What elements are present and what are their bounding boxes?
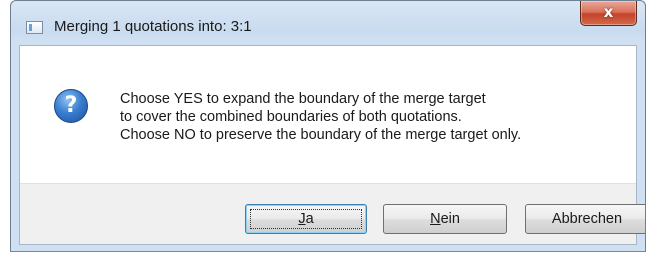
yes-button-label: Ja (298, 211, 314, 227)
close-button[interactable]: x (580, 1, 637, 26)
button-bar: Ja Nein Abbrechen (20, 183, 645, 244)
title-bar[interactable]: Merging 1 quotations into: 3:1 x (11, 1, 645, 45)
dialog-body: ? Choose YES to expand the boundary of t… (19, 45, 645, 245)
cancel-button-label: Abbrechen (551, 211, 623, 227)
message-line: Choose NO to preserve the boundary of th… (120, 127, 522, 143)
no-button[interactable]: Nein (383, 204, 507, 234)
message-line: Choose YES to expand the boundary of the… (120, 91, 486, 107)
yes-button[interactable]: Ja (245, 204, 367, 234)
message-area: ? Choose YES to expand the boundary of t… (20, 46, 636, 183)
message-text: Choose YES to expand the boundary of the… (120, 90, 521, 144)
question-icon: ? (54, 89, 88, 123)
message-dialog: Merging 1 quotations into: 3:1 x ? Choos… (0, 0, 646, 259)
window-title: Merging 1 quotations into: 3:1 (54, 18, 252, 35)
no-button-label: Nein (430, 211, 460, 227)
window-icon (26, 21, 43, 34)
window-frame: Merging 1 quotations into: 3:1 x ? Choos… (10, 0, 646, 252)
message-line: to cover the combined boundaries of both… (120, 109, 462, 125)
close-icon: x (603, 3, 614, 21)
cancel-button[interactable]: Abbrechen (525, 204, 645, 234)
